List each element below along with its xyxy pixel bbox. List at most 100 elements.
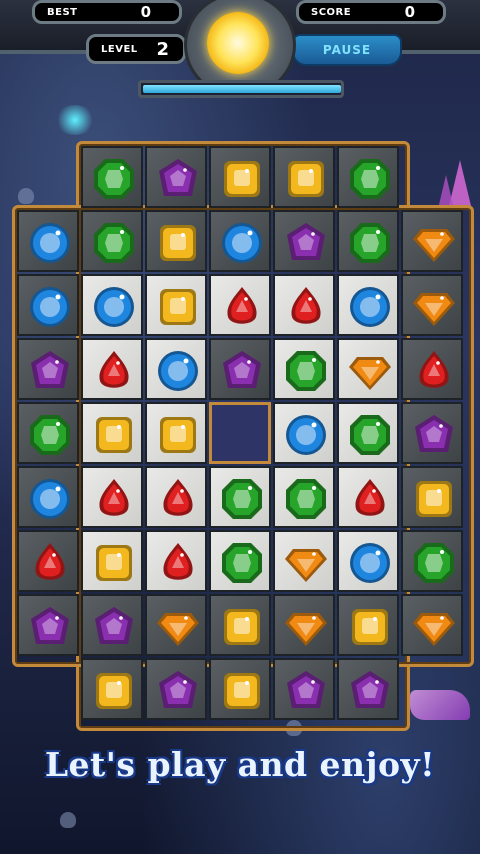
board-cell[interactable] [273, 338, 335, 400]
board-cell[interactable] [145, 210, 207, 272]
board-cell[interactable] [337, 594, 399, 656]
pause-button[interactable]: PAUSE [292, 34, 402, 66]
board-cell[interactable] [337, 530, 399, 592]
blue-gem-icon[interactable] [27, 284, 73, 330]
green-gem-icon[interactable] [411, 540, 457, 586]
board-cell[interactable] [17, 530, 79, 592]
green-gem-icon[interactable] [27, 412, 73, 458]
green-gem-icon[interactable] [347, 412, 393, 458]
board-cell[interactable] [401, 210, 463, 272]
empty-cell-selected[interactable] [209, 402, 271, 464]
board-cell[interactable] [17, 594, 79, 656]
board-cell[interactable] [273, 658, 335, 720]
red-gem-icon[interactable] [27, 540, 73, 586]
green-gem-icon[interactable] [283, 476, 329, 522]
board-cell[interactable] [81, 594, 143, 656]
yellow-gem-icon[interactable] [91, 412, 137, 458]
board-cell[interactable] [337, 466, 399, 528]
yellow-gem-icon[interactable] [91, 540, 137, 586]
board-cell[interactable] [273, 210, 335, 272]
board-cell[interactable] [273, 402, 335, 464]
board-cell[interactable] [209, 530, 271, 592]
board-cell[interactable] [81, 274, 143, 336]
yellow-gem-icon[interactable] [219, 668, 265, 714]
board-cell[interactable] [145, 658, 207, 720]
purple-gem-icon[interactable] [155, 156, 201, 202]
board-cell[interactable] [81, 530, 143, 592]
blue-gem-icon[interactable] [347, 540, 393, 586]
red-gem-icon[interactable] [91, 348, 137, 394]
red-gem-icon[interactable] [411, 348, 457, 394]
purple-gem-icon[interactable] [411, 412, 457, 458]
board-cell[interactable] [81, 146, 143, 208]
board-cell[interactable] [17, 402, 79, 464]
board-cell[interactable] [273, 274, 335, 336]
green-gem-icon[interactable] [347, 220, 393, 266]
board-cell[interactable] [145, 274, 207, 336]
board-cell[interactable] [209, 210, 271, 272]
board-cell[interactable] [81, 338, 143, 400]
purple-gem-icon[interactable] [283, 668, 329, 714]
yellow-gem-icon[interactable] [155, 220, 201, 266]
board-cell[interactable] [145, 594, 207, 656]
board-cell[interactable] [145, 338, 207, 400]
board-cell[interactable] [145, 466, 207, 528]
blue-gem-icon[interactable] [219, 220, 265, 266]
yellow-gem-icon[interactable] [283, 156, 329, 202]
board-cell[interactable] [337, 210, 399, 272]
board-cell[interactable] [209, 274, 271, 336]
board-cell[interactable] [273, 594, 335, 656]
board-cell[interactable] [209, 146, 271, 208]
board-cell[interactable] [209, 338, 271, 400]
orange-gem-icon[interactable] [283, 540, 329, 586]
board-cell[interactable] [81, 402, 143, 464]
board-cell[interactable] [145, 402, 207, 464]
board-cell[interactable] [273, 530, 335, 592]
purple-gem-icon[interactable] [283, 220, 329, 266]
orange-gem-icon[interactable] [411, 604, 457, 650]
red-gem-icon[interactable] [283, 284, 329, 330]
board-cell[interactable] [209, 466, 271, 528]
blue-gem-icon[interactable] [283, 412, 329, 458]
board-cell[interactable] [145, 530, 207, 592]
yellow-gem-icon[interactable] [347, 604, 393, 650]
purple-gem-icon[interactable] [155, 668, 201, 714]
yellow-gem-icon[interactable] [219, 604, 265, 650]
orange-gem-icon[interactable] [347, 348, 393, 394]
green-gem-icon[interactable] [91, 156, 137, 202]
board-cell[interactable] [209, 658, 271, 720]
orange-gem-icon[interactable] [411, 220, 457, 266]
purple-gem-icon[interactable] [27, 604, 73, 650]
board-cell[interactable] [401, 530, 463, 592]
board-cell[interactable] [145, 146, 207, 208]
red-gem-icon[interactable] [347, 476, 393, 522]
purple-gem-icon[interactable] [27, 348, 73, 394]
board-cell[interactable] [209, 594, 271, 656]
green-gem-icon[interactable] [219, 476, 265, 522]
board-cell[interactable] [401, 594, 463, 656]
board-cell[interactable] [17, 274, 79, 336]
green-gem-icon[interactable] [283, 348, 329, 394]
board-cell[interactable] [81, 466, 143, 528]
board-cell[interactable] [273, 466, 335, 528]
red-gem-icon[interactable] [155, 476, 201, 522]
board-cell[interactable] [81, 210, 143, 272]
green-gem-icon[interactable] [91, 220, 137, 266]
board-cell[interactable] [401, 402, 463, 464]
board-cell[interactable] [337, 658, 399, 720]
purple-gem-icon[interactable] [91, 604, 137, 650]
green-gem-icon[interactable] [347, 156, 393, 202]
board-cell[interactable] [337, 402, 399, 464]
yellow-gem-icon[interactable] [411, 476, 457, 522]
board-cell[interactable] [337, 146, 399, 208]
blue-gem-icon[interactable] [27, 220, 73, 266]
board-cell[interactable] [401, 274, 463, 336]
red-gem-icon[interactable] [91, 476, 137, 522]
board-cell[interactable] [273, 146, 335, 208]
board-cell[interactable] [337, 338, 399, 400]
orange-gem-icon[interactable] [411, 284, 457, 330]
board-cell[interactable] [17, 466, 79, 528]
blue-gem-icon[interactable] [91, 284, 137, 330]
blue-gem-icon[interactable] [155, 348, 201, 394]
purple-gem-icon[interactable] [219, 348, 265, 394]
